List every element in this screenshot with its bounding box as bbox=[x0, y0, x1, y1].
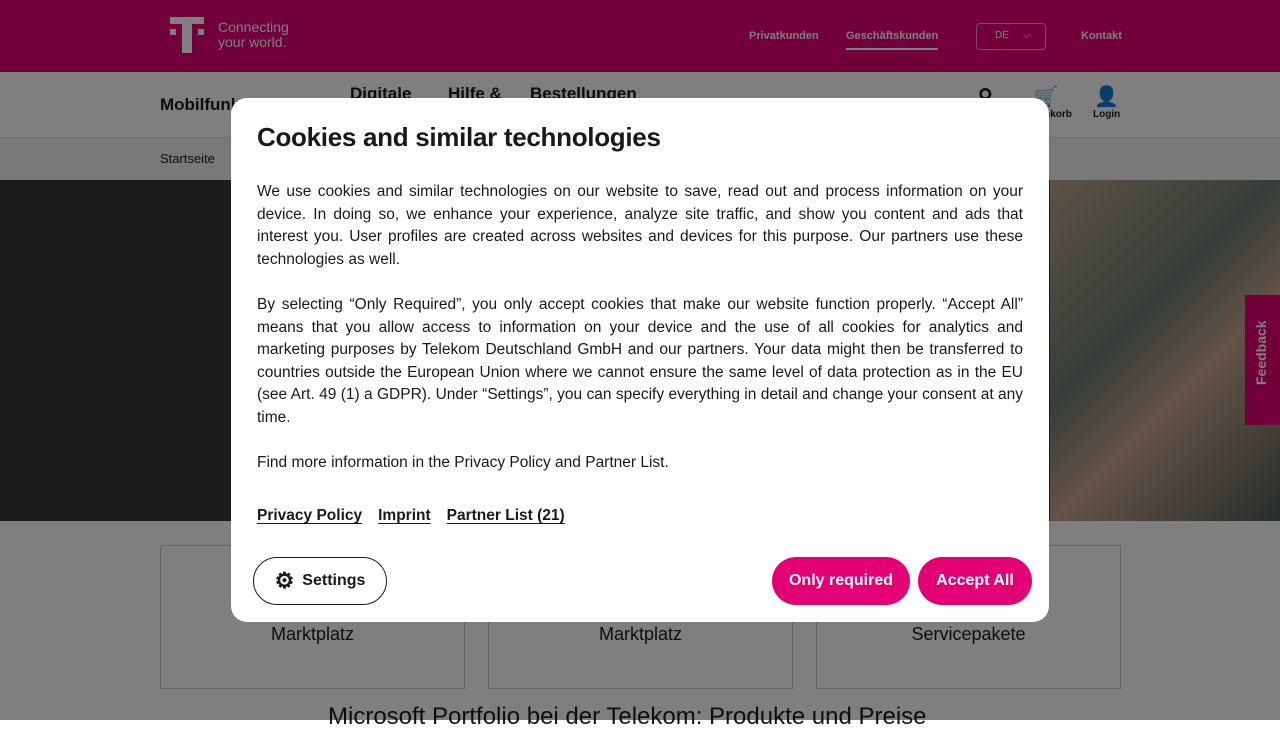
imprint-link[interactable]: Imprint bbox=[378, 507, 431, 525]
cookie-consent-dialog: Cookies and similar technologies We use … bbox=[231, 98, 1049, 622]
settings-button[interactable]: ⚙ Settings bbox=[253, 557, 387, 605]
accept-all-button[interactable]: Accept All bbox=[918, 557, 1032, 605]
dialog-paragraph-1: We use cookies and similar technologies … bbox=[257, 183, 1023, 268]
only-required-button[interactable]: Only required bbox=[772, 557, 910, 605]
dialog-paragraph-3: Find more information in the Privacy Pol… bbox=[257, 454, 669, 472]
partner-list-link[interactable]: Partner List (21) bbox=[447, 507, 565, 525]
gear-icon: ⚙ bbox=[274, 568, 295, 593]
dialog-paragraph-2: By selecting “Only Required”, you only a… bbox=[257, 295, 1023, 426]
dialog-title: Cookies and similar technologies bbox=[257, 122, 661, 152]
privacy-policy-link[interactable]: Privacy Policy bbox=[257, 507, 362, 525]
settings-label: Settings bbox=[302, 572, 366, 589]
